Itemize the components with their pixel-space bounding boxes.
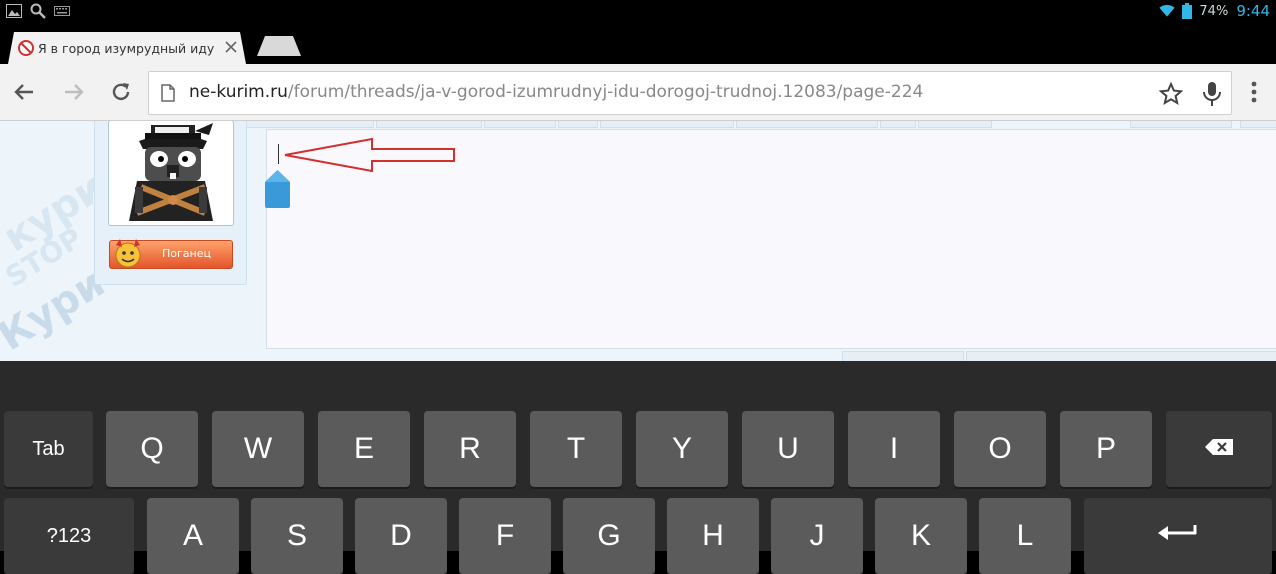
star-icon[interactable]	[1158, 81, 1184, 106]
rank-badge: Поганец	[108, 237, 233, 271]
reload-icon[interactable]	[107, 78, 135, 106]
key-l[interactable]: L	[979, 498, 1071, 574]
key-r[interactable]: R	[424, 411, 516, 487]
url-text[interactable]: ne-kurim.ru/forum/threads/ja-v-gorod-izu…	[189, 82, 923, 102]
key-f[interactable]: F	[459, 498, 551, 574]
key-i[interactable]: I	[848, 411, 940, 487]
url-path: /forum/threads/ja-v-gorod-izumrudnyj-idu…	[287, 82, 924, 102]
no-entry-favicon-icon	[18, 40, 34, 56]
key-g[interactable]: G	[563, 498, 655, 574]
tab-active[interactable]: Я в город изумрудный иду	[8, 32, 246, 64]
status-bar: 74% 9:44	[0, 0, 1276, 24]
forward-arrow-icon[interactable]	[60, 78, 88, 106]
battery-percent: 74%	[1199, 3, 1229, 19]
key-tab[interactable]: Tab	[4, 411, 93, 487]
new-tab-button[interactable]	[257, 36, 301, 56]
page-icon	[161, 84, 177, 102]
wifi-icon	[1159, 3, 1176, 19]
avatar[interactable]	[108, 121, 234, 226]
key-u[interactable]: U	[742, 411, 834, 487]
key-s[interactable]: S	[251, 498, 343, 574]
url-host: ne-kurim.ru	[189, 82, 288, 102]
reply-editor[interactable]	[264, 129, 1276, 349]
mic-icon[interactable]	[1200, 81, 1224, 106]
key-e[interactable]: E	[318, 411, 410, 487]
toolbar-remnants	[240, 121, 1276, 128]
close-tab-icon[interactable]	[222, 38, 240, 56]
clock: 9:44	[1236, 2, 1270, 20]
key-h[interactable]: H	[667, 498, 759, 574]
gallery-icon	[6, 3, 22, 19]
text-cursor-handle[interactable]	[264, 168, 291, 208]
key-w[interactable]: W	[212, 411, 304, 487]
on-screen-keyboard: Tab Q W E R T Y U I O P ?123 A S D F G H…	[0, 361, 1276, 574]
tab-title: Я в город изумрудный иду	[38, 41, 215, 56]
key-a[interactable]: A	[147, 498, 239, 574]
key-q[interactable]: Q	[106, 411, 198, 487]
key-k[interactable]: K	[875, 498, 967, 574]
search-icon	[30, 3, 46, 19]
address-bar[interactable]: ne-kurim.ru/forum/threads/ja-v-gorod-izu…	[148, 71, 1232, 115]
key-o[interactable]: O	[954, 411, 1046, 487]
key-t[interactable]: T	[530, 411, 622, 487]
rank-label: Поганец	[162, 247, 211, 260]
key-j[interactable]: J	[771, 498, 863, 574]
enter-arrow-icon	[1158, 524, 1198, 548]
keyboard-icon	[54, 3, 70, 19]
key-enter[interactable]	[1084, 498, 1272, 574]
key-symbols[interactable]: ?123	[4, 498, 134, 574]
overflow-menu-icon[interactable]	[1240, 78, 1268, 106]
key-y[interactable]: Y	[636, 411, 728, 487]
text-caret	[278, 144, 279, 164]
key-d[interactable]: D	[355, 498, 447, 574]
battery-icon	[1179, 3, 1195, 19]
web-page: кури.ру STOP Кури Поганец	[0, 121, 1276, 361]
key-backspace[interactable]	[1166, 411, 1272, 487]
key-p[interactable]: P	[1060, 411, 1152, 487]
back-arrow-icon[interactable]	[10, 78, 38, 106]
devil-smiley-icon	[108, 237, 148, 271]
red-arrow-annotation	[284, 137, 456, 173]
backspace-icon	[1205, 438, 1233, 461]
tab-strip: Я в город изумрудный иду	[0, 24, 1276, 64]
browser-toolbar: ne-kurim.ru/forum/threads/ja-v-gorod-izu…	[0, 64, 1276, 121]
user-info-panel: Поганец	[94, 121, 247, 285]
